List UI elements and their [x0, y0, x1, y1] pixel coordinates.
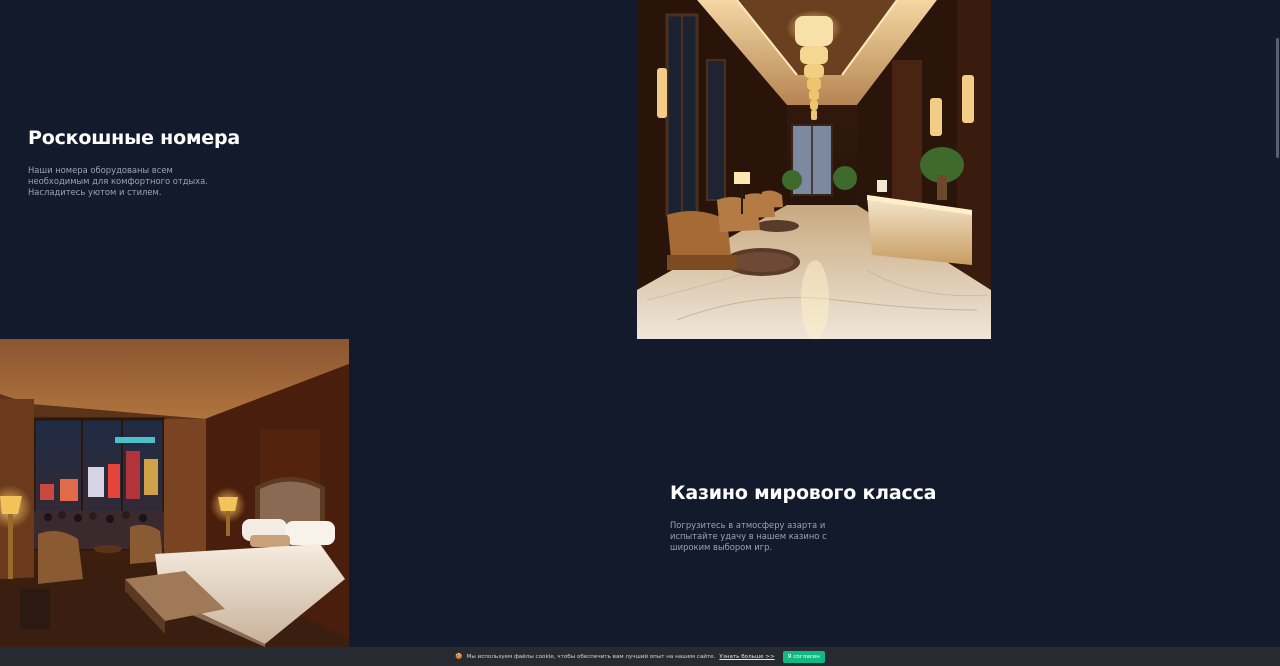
scrollbar-thumb[interactable]	[1276, 38, 1279, 158]
casino-section: Казино мирового класса Погрузитесь в атм…	[670, 482, 936, 554]
hotel-bedroom-image	[0, 339, 349, 647]
casino-title: Казино мирового класса	[670, 482, 937, 504]
cookie-icon: 🍪	[455, 653, 463, 660]
cookie-accept-button[interactable]: Я согласен	[782, 650, 825, 663]
cookie-learn-more-link[interactable]: Узнать больше >>	[719, 654, 774, 660]
rooms-section: Роскошные номера Наши номера оборудованы…	[28, 127, 240, 199]
cookie-message: Мы используем файлы cookie, чтобы обеспе…	[466, 653, 716, 660]
page: Роскошные номера Наши номера оборудованы…	[0, 0, 1280, 666]
page-scrollbar[interactable]	[1274, 0, 1280, 647]
casino-description: Погрузитесь в атмосферу азарта и испытай…	[670, 520, 827, 553]
rooms-title: Роскошные номера	[28, 127, 240, 149]
hotel-lobby-image	[637, 0, 991, 339]
cookie-banner: 🍪 Мы используем файлы cookie, чтобы обес…	[0, 647, 1280, 666]
rooms-description: Наши номера оборудованы всем необходимым…	[28, 165, 208, 198]
